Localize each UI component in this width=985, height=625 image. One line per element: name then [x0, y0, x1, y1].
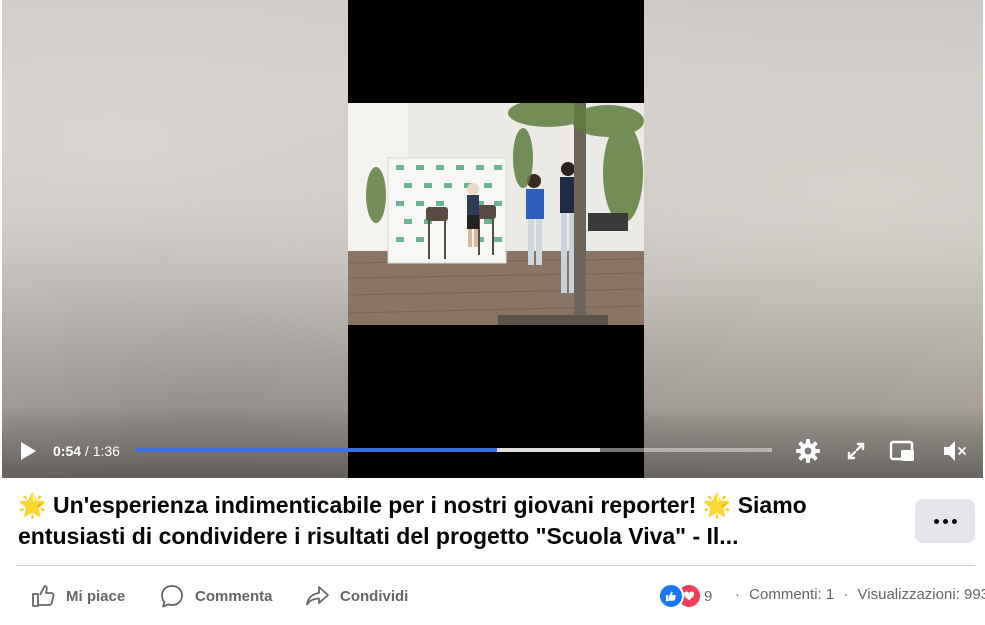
comment-label: Commenta: [195, 587, 273, 605]
fullscreen-button[interactable]: [842, 437, 870, 465]
separator-dot: ·: [735, 586, 740, 603]
playback-time: 0:54 / 1:36: [53, 443, 120, 459]
played-bar: [135, 448, 497, 452]
video-player[interactable]: [2, 0, 983, 478]
star-emoji: 🌟: [702, 492, 732, 518]
separator-dot: ·: [843, 586, 849, 603]
share-label: Condividi: [340, 587, 409, 605]
pip-button[interactable]: [888, 437, 916, 465]
caption-line2[interactable]: entusiasti di condividere i risultati de…: [18, 523, 738, 549]
progress-bar[interactable]: [135, 448, 772, 452]
caption-line1: Un'esperienza indimenticabile per i nost…: [53, 492, 697, 518]
views-count: Visualizzazioni: 993: [857, 586, 985, 603]
reactions-count: 9: [704, 587, 713, 605]
time-separator: /: [84, 443, 89, 459]
like-button[interactable]: Mi piace: [30, 580, 125, 612]
comment-button[interactable]: Commenta: [159, 580, 273, 612]
post-stats: · Commenti: 1 · Visualizzazioni: 993: [730, 586, 985, 603]
video-frame[interactable]: [348, 103, 644, 325]
reactions-summary[interactable]: 9: [658, 583, 712, 609]
duration: 1:36: [92, 443, 120, 459]
divider: [16, 565, 975, 566]
like-label: Mi piace: [66, 587, 126, 605]
current-time: 0:54: [53, 443, 82, 459]
play-icon: [21, 442, 36, 460]
thumbs-up-icon: [32, 585, 55, 607]
settings-button[interactable]: [794, 437, 822, 465]
more-options-button[interactable]: [915, 499, 975, 543]
mute-button[interactable]: [940, 437, 968, 465]
post-caption: 🌟 Un'esperienza indimenticabile per i no…: [18, 490, 898, 552]
play-button[interactable]: [18, 441, 38, 461]
share-button[interactable]: Condividi: [304, 580, 408, 612]
comment-bubble-icon: [161, 585, 183, 608]
speaker-muted-icon: [944, 441, 966, 461]
gear-icon: [796, 439, 820, 463]
expand-icon: [847, 442, 865, 460]
picture-in-picture-icon: [889, 440, 914, 461]
star-emoji: 🌟: [18, 492, 47, 518]
share-arrow-icon: [306, 586, 329, 606]
like-reaction-icon: [658, 583, 684, 609]
more-options-icon: [932, 518, 959, 524]
controls-overlay: [2, 408, 983, 478]
comments-count[interactable]: Commenti: 1: [749, 586, 834, 603]
caption-line1-tail: Siamo: [737, 492, 807, 518]
video-scene-image: [348, 103, 644, 325]
